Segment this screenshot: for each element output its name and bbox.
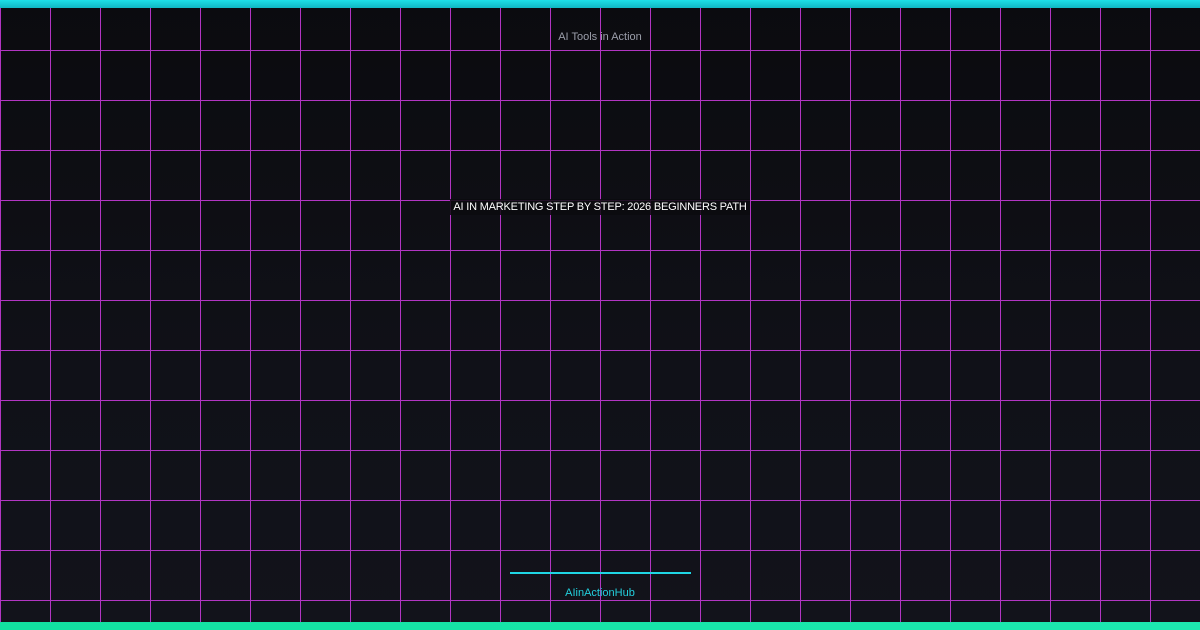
headline: AI IN MARKETING STEP BY STEP: 2026 BEGIN… [0,199,1200,215]
top-accent-bar [0,0,1200,8]
brand-label: AI Tools in Action [558,31,642,43]
social-card: AI Tools in Action AI IN MARKETING STEP … [0,0,1200,630]
headline-text: AI IN MARKETING STEP BY STEP: 2026 BEGIN… [450,199,750,215]
bottom-accent-bar [0,622,1200,630]
grid-background [0,0,1200,630]
divider-line [510,572,691,574]
brand-handle: AIinActionHub [565,587,635,599]
